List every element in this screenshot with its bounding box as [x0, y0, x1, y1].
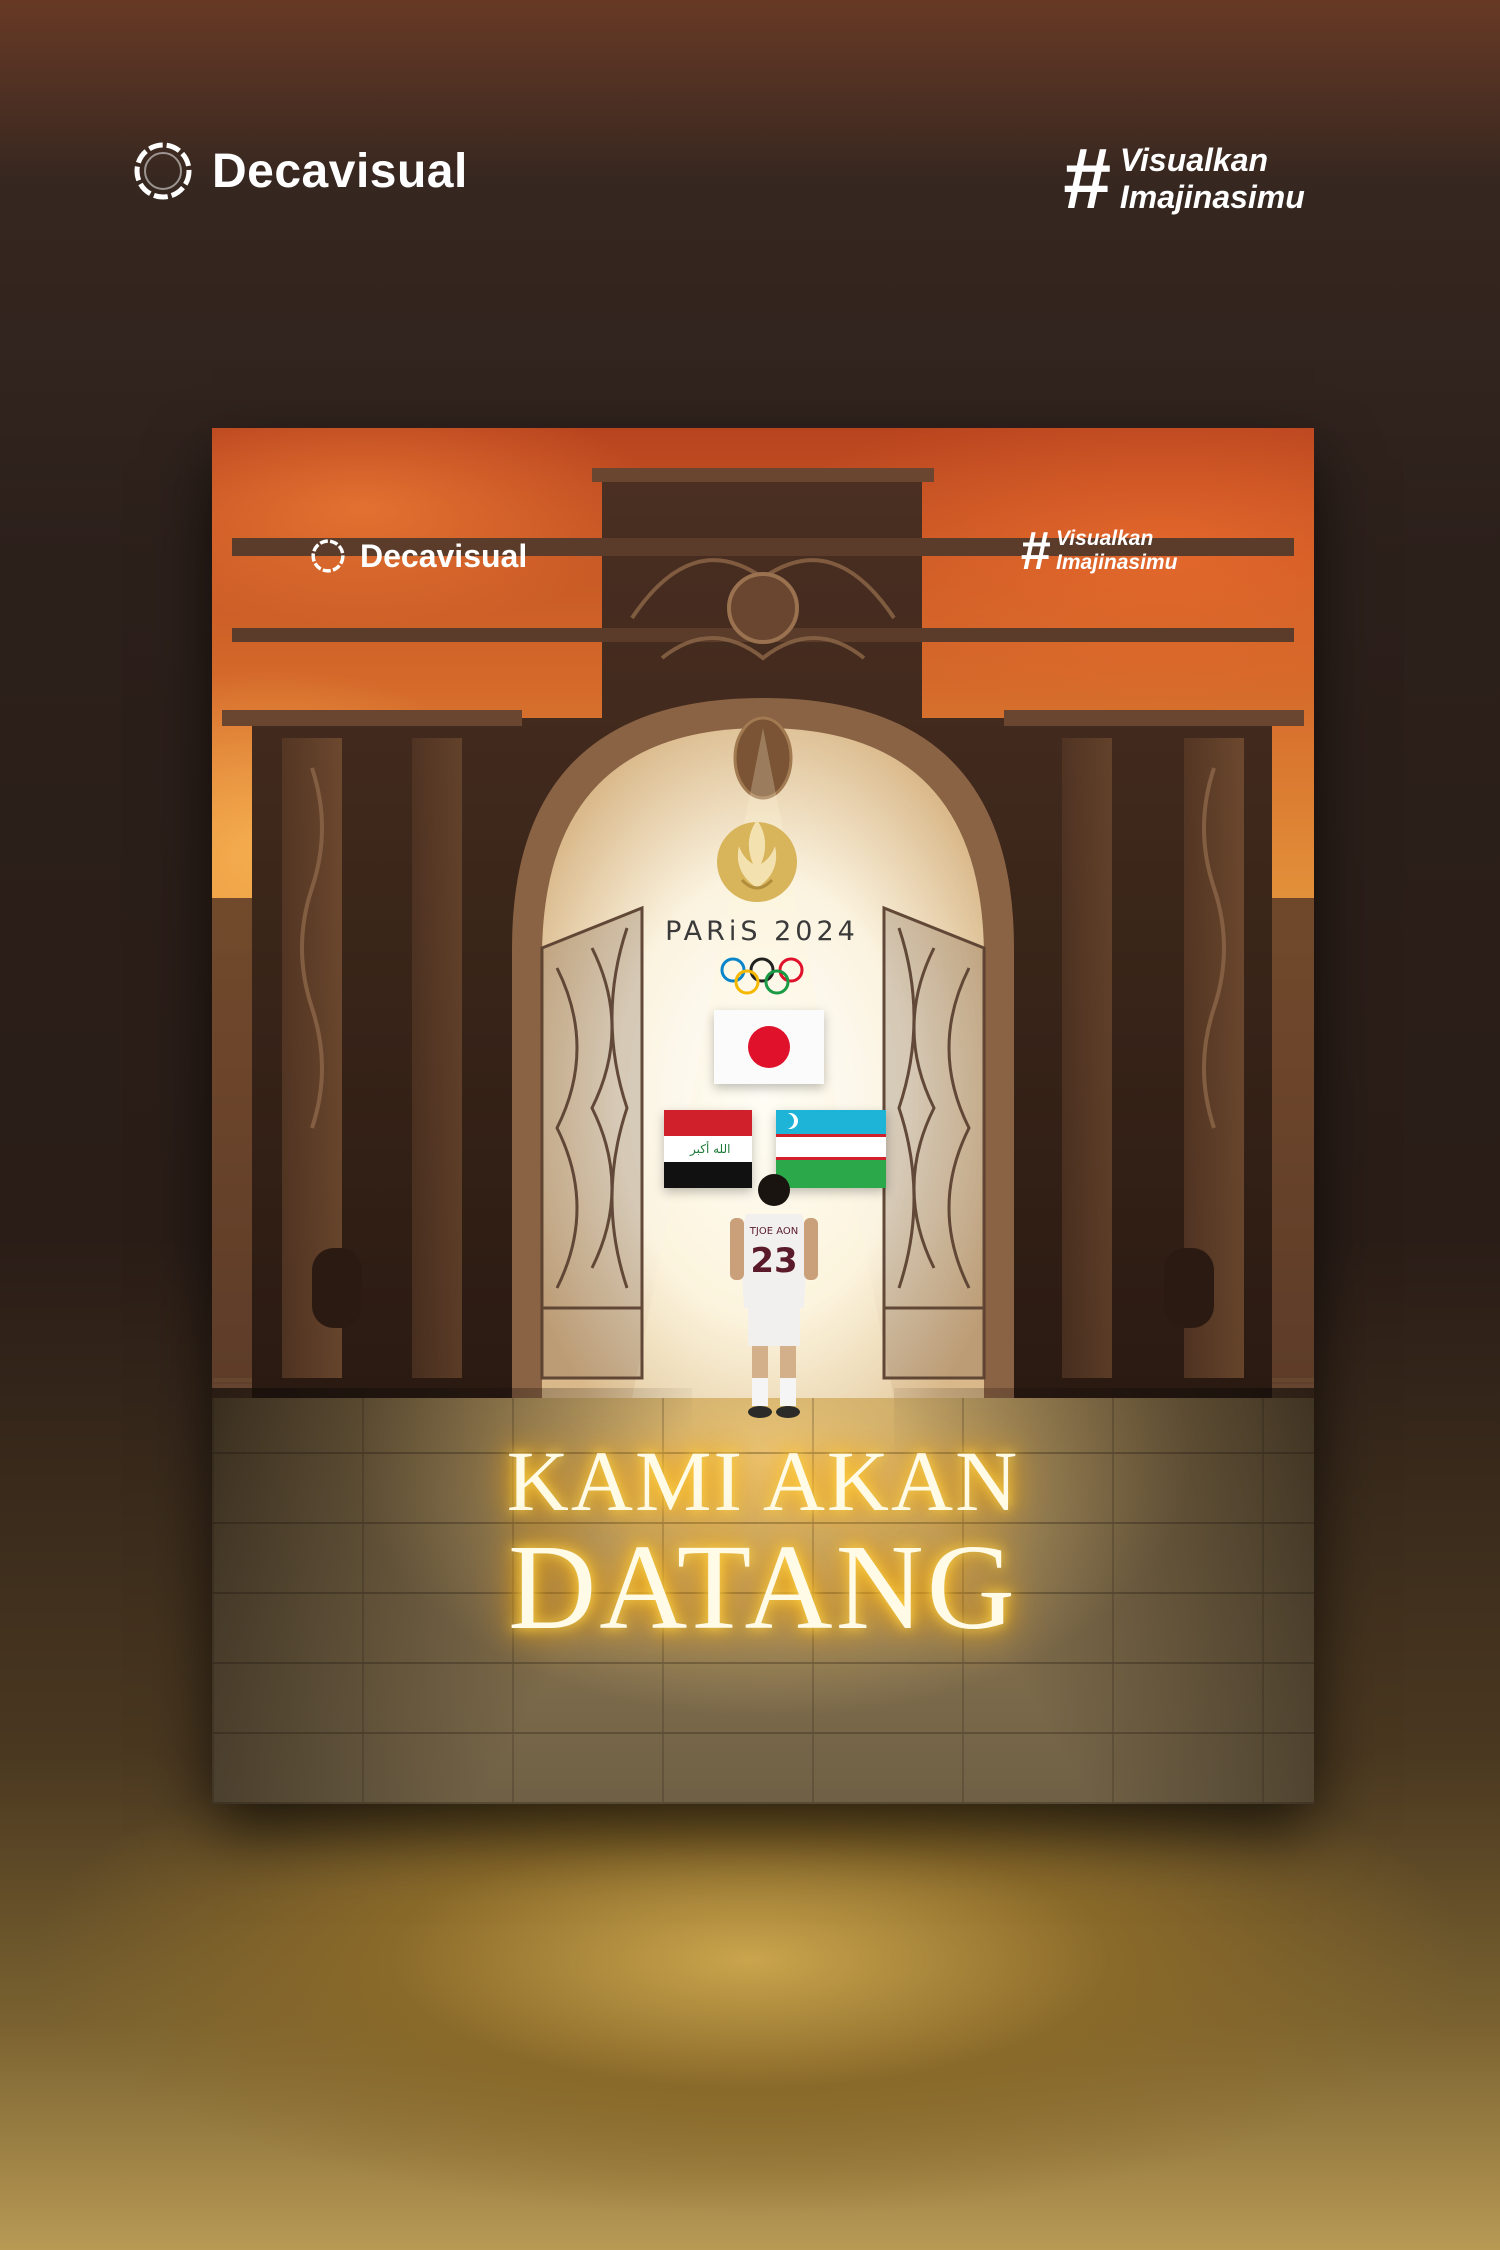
- player-name-text: TJOE AON: [749, 1226, 798, 1237]
- hashtag-icon: #: [1062, 131, 1110, 227]
- poster-brand-name: Decavisual: [360, 537, 528, 574]
- hashtag-line1: Visualkan: [1119, 142, 1269, 179]
- headline-line2: DATANG: [508, 1520, 1018, 1655]
- headline: KAMI AKAN DATANG: [212, 1438, 1314, 1652]
- football-player-figure: TJOE AON 23: [730, 1174, 818, 1418]
- hashtag-icon: #: [1020, 521, 1051, 581]
- poster: Decavisual # Visualkan Imajinasimu PARiS…: [212, 428, 1314, 1804]
- outer-brand-logo: Decavisual: [128, 136, 468, 206]
- japan-flag-icon: [714, 1010, 824, 1084]
- poster-hashtag: # Visualkan Imajinasimu: [1020, 524, 1177, 578]
- hashtag-line1: Visualkan: [1056, 526, 1154, 550]
- outer-brand-name: Decavisual: [212, 144, 468, 198]
- paris-2024-emblem-icon: [717, 820, 797, 902]
- outer-hashtag: # Visualkan Imajinasimu: [1062, 136, 1305, 222]
- olympic-rings-icon: [720, 957, 804, 995]
- hashtag-line2: Imajinasimu: [1056, 551, 1178, 574]
- headline-line1: KAMI AKAN: [506, 1433, 1020, 1529]
- player-number-text: 23: [750, 1241, 797, 1281]
- olympics-wordmark: PARiS 2024: [665, 916, 859, 947]
- decavisual-ring-icon: [311, 539, 345, 573]
- poster-brand-logo: Decavisual: [308, 536, 527, 576]
- hashtag-line2: Imajinasimu: [1119, 179, 1305, 215]
- decavisual-ring-icon: [134, 142, 192, 200]
